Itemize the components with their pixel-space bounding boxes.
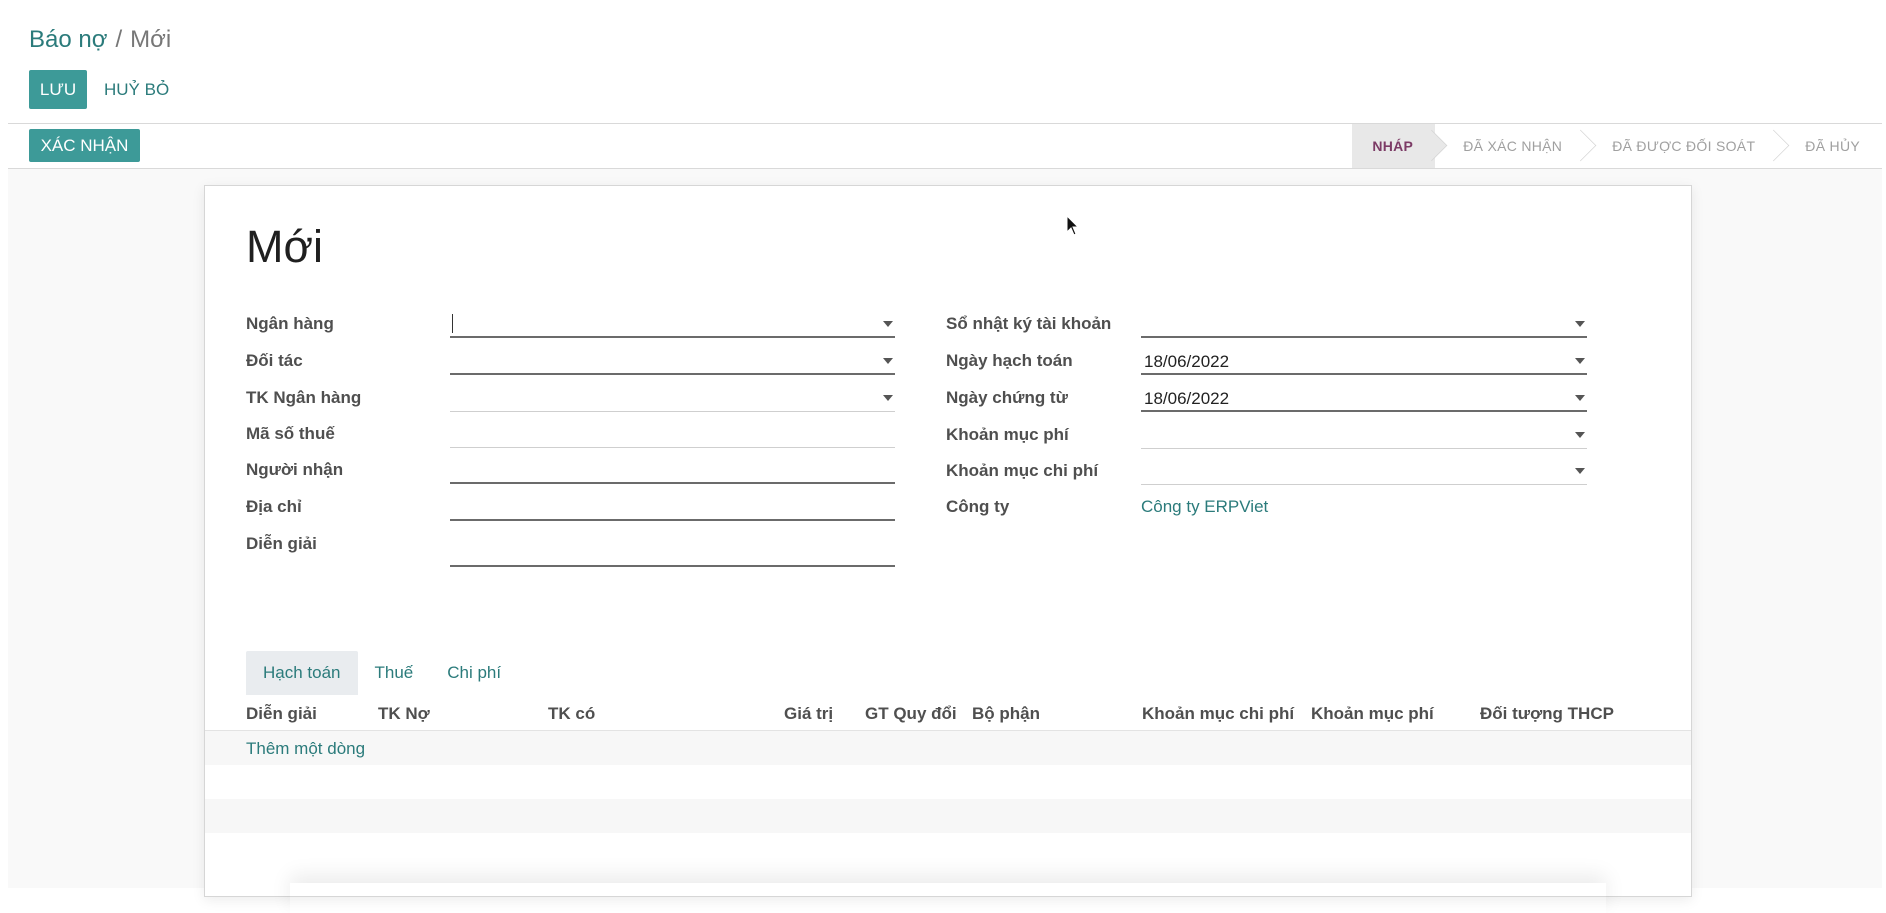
field-label-description: Diễn giải	[246, 534, 317, 553]
discard-button[interactable]: HUỶ BỎ	[104, 70, 169, 109]
company-link[interactable]: Công ty ERPViet	[1141, 497, 1268, 517]
accounting-date-value: 18/06/2022	[1144, 352, 1230, 371]
column-header-cost-object[interactable]: Đối tượng THCP	[1480, 704, 1614, 724]
table-row-add: Thêm một dòng	[205, 731, 1691, 765]
field-label-bank-account: TK Ngân hàng	[246, 388, 362, 407]
fee-item-select[interactable]	[1141, 423, 1587, 449]
tab-expense[interactable]: Chi phí	[430, 651, 518, 695]
field-label-bank: Ngân hàng	[246, 314, 334, 333]
status-step-reconciled[interactable]: ĐÃ ĐƯỢC ĐỐI SOÁT	[1584, 124, 1777, 168]
breadcrumb-separator: /	[115, 26, 123, 53]
column-header-department[interactable]: Bộ phận	[972, 704, 1040, 724]
field-label-expense-item: Khoản mục chi phí	[946, 461, 1099, 480]
dropdown-caret-icon	[1575, 395, 1585, 401]
record-title: Mới	[246, 221, 323, 272]
field-label-tax-code: Mã số thuế	[246, 424, 335, 443]
column-header-converted-amount[interactable]: GT Quy đổi	[865, 704, 957, 724]
app-frame: Báo nợ / Mới LƯU HUỶ BỎ XÁC NHẬN NHÁP ĐÃ X…	[8, 0, 1882, 897]
dropdown-caret-icon	[1575, 432, 1585, 438]
dropdown-caret-icon	[883, 358, 893, 364]
form-sheet: Mới Ngân hàng Đối tác TK Ngân hàng Mã số…	[204, 185, 1692, 897]
status-step-draft[interactable]: NHÁP	[1352, 124, 1436, 168]
field-label-document-date: Ngày chứng từ	[946, 388, 1068, 407]
field-label-partner: Đối tác	[246, 351, 303, 370]
confirm-button[interactable]: XÁC NHẬN	[29, 129, 140, 162]
field-label-accounting-date: Ngày hạch toán	[946, 351, 1073, 370]
status-step-confirmed[interactable]: ĐÃ XÁC NHẬN	[1435, 124, 1584, 168]
field-label-recipient: Người nhận	[246, 460, 344, 479]
address-input[interactable]	[450, 495, 895, 521]
statusbar: XÁC NHẬN NHÁP ĐÃ XÁC NHẬN ĐÃ ĐƯỢC ĐỐI SO…	[8, 124, 1882, 169]
mouse-cursor-icon	[1066, 215, 1080, 236]
field-label-fee-item: Khoản mục phí	[946, 425, 1069, 444]
tab-accounting[interactable]: Hạch toán	[246, 651, 358, 695]
notebook-tabs: Hạch toán Thuế Chi phí	[246, 651, 518, 695]
accounting-date-input[interactable]: 18/06/2022	[1141, 349, 1587, 375]
field-label-company: Công ty	[946, 497, 1010, 516]
status-step-cancelled[interactable]: ĐÃ HỦY	[1777, 124, 1882, 168]
description-textarea[interactable]	[450, 531, 895, 567]
table-row	[205, 799, 1691, 833]
bank-select[interactable]	[450, 312, 895, 338]
field-label-journal: Sổ nhật ký tài khoản	[946, 314, 1112, 333]
field-label-address: Địa chỉ	[246, 497, 302, 516]
save-button[interactable]: LƯU	[29, 70, 87, 109]
column-header-expense-item[interactable]: Khoản mục chi phí	[1142, 704, 1294, 724]
status-steps: NHÁP ĐÃ XÁC NHẬN ĐÃ ĐƯỢC ĐỐI SOÁT ĐÃ HỦY	[1352, 124, 1882, 168]
dropdown-caret-icon	[883, 321, 893, 327]
expense-item-select[interactable]	[1141, 459, 1587, 485]
tax-code-input[interactable]	[450, 422, 895, 448]
text-cursor	[452, 314, 453, 333]
document-date-value: 18/06/2022	[1144, 389, 1230, 408]
bank-account-select[interactable]	[450, 386, 895, 412]
document-date-input[interactable]: 18/06/2022	[1141, 386, 1587, 412]
column-header-debit-account[interactable]: TK Nợ	[378, 704, 430, 724]
column-header-credit-account[interactable]: TK có	[548, 704, 595, 724]
journal-select[interactable]	[1141, 312, 1587, 338]
breadcrumb: Báo nợ / Mới	[29, 26, 171, 54]
lines-table-header: Diễn giải TK Nợ TK có Giá trị GT Quy đổi…	[205, 696, 1691, 731]
breadcrumb-parent-link[interactable]: Báo nợ	[29, 26, 107, 53]
table-row	[205, 765, 1691, 799]
control-panel: Báo nợ / Mới LƯU HUỶ BỎ	[8, 0, 1882, 124]
dropdown-caret-icon	[1575, 321, 1585, 327]
dropdown-caret-icon	[1575, 358, 1585, 364]
breadcrumb-current: Mới	[130, 26, 172, 53]
dropdown-caret-icon	[1575, 468, 1585, 474]
add-line-link[interactable]: Thêm một dòng	[246, 739, 365, 759]
tab-tax[interactable]: Thuế	[358, 651, 431, 695]
column-header-amount[interactable]: Giá trị	[784, 704, 833, 724]
dropdown-caret-icon	[883, 395, 893, 401]
column-header-fee-item[interactable]: Khoản mục phí	[1311, 704, 1434, 724]
partner-select[interactable]	[450, 349, 895, 375]
recipient-input[interactable]	[450, 458, 895, 484]
column-header-description[interactable]: Diễn giải	[246, 704, 317, 724]
